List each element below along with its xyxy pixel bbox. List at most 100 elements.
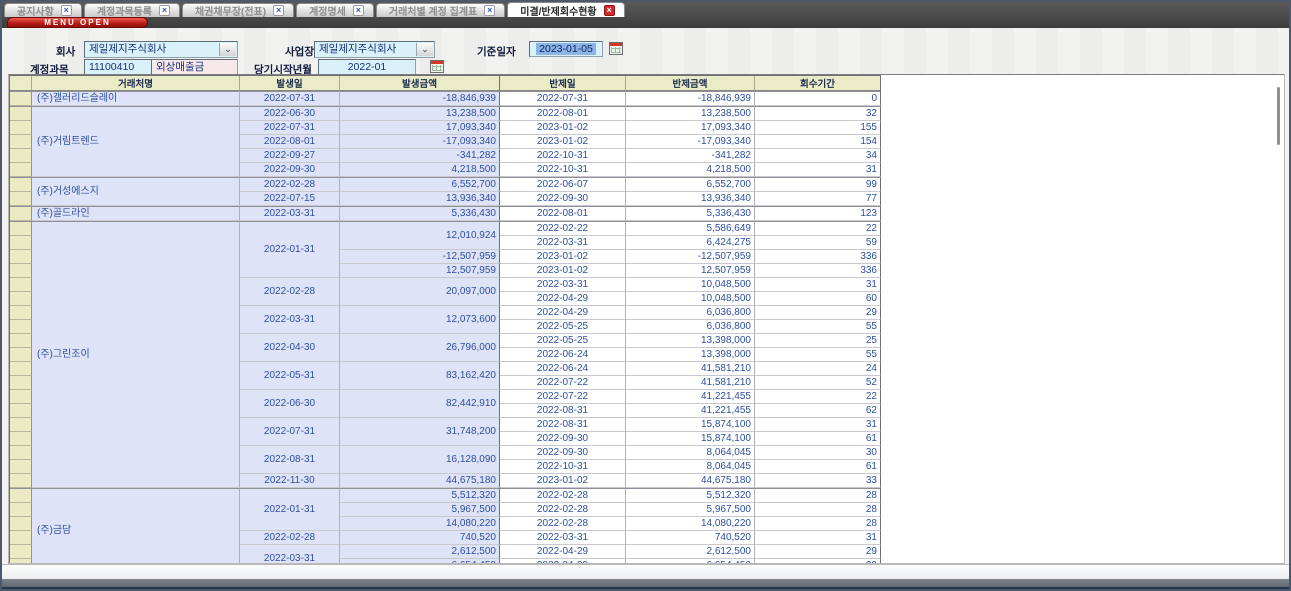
collect-days-cell[interactable]: 33 xyxy=(755,474,881,488)
collect-days-cell[interactable]: 31 xyxy=(755,278,881,292)
row-indicator[interactable] xyxy=(10,390,32,404)
row-indicator[interactable] xyxy=(10,135,32,149)
occur-amount-cell[interactable]: 31,748,200 xyxy=(340,418,500,446)
settle-date-cell[interactable]: 2023-01-02 xyxy=(500,264,626,278)
occur-date-cell[interactable]: 2022-06-30 xyxy=(240,106,340,121)
chevron-down-icon[interactable]: ⌄ xyxy=(416,43,433,56)
settle-amount-cell[interactable]: 2,612,500 xyxy=(626,545,755,559)
collect-days-cell[interactable]: 59 xyxy=(755,236,881,250)
occur-amount-cell[interactable]: -341,282 xyxy=(340,149,500,163)
row-indicator[interactable] xyxy=(10,362,32,376)
settle-amount-cell[interactable]: 13,398,000 xyxy=(626,334,755,348)
collect-days-cell[interactable]: 336 xyxy=(755,250,881,264)
settle-amount-cell[interactable]: -17,093,340 xyxy=(626,135,755,149)
row-indicator[interactable] xyxy=(10,149,32,163)
settle-date-cell[interactable]: 2022-09-30 xyxy=(500,432,626,446)
occur-amount-cell[interactable]: 5,967,500 xyxy=(340,503,500,517)
account-name-field[interactable]: 외상매출금 xyxy=(151,59,238,75)
occur-date-cell[interactable]: 2022-02-28 xyxy=(240,177,340,192)
occur-amount-cell[interactable]: 12,073,600 xyxy=(340,306,500,334)
collect-days-cell[interactable]: 29 xyxy=(755,545,881,559)
settle-amount-cell[interactable]: 4,218,500 xyxy=(626,163,755,177)
settle-date-cell[interactable]: 2022-02-28 xyxy=(500,488,626,503)
occur-date-cell[interactable]: 2022-04-30 xyxy=(240,334,340,362)
occur-amount-cell[interactable]: 12,010,924 xyxy=(340,221,500,250)
tab-6[interactable]: 미결/반제회수현황× xyxy=(507,2,624,17)
collect-days-cell[interactable]: 34 xyxy=(755,149,881,163)
settle-amount-cell[interactable]: 6,036,800 xyxy=(626,320,755,334)
collect-days-cell[interactable]: 62 xyxy=(755,404,881,418)
row-indicator[interactable] xyxy=(10,488,32,503)
collect-days-cell[interactable]: 28 xyxy=(755,488,881,503)
occur-amount-cell[interactable]: 5,512,320 xyxy=(340,488,500,503)
collect-days-cell[interactable]: 77 xyxy=(755,192,881,206)
settle-amount-cell[interactable]: 15,874,100 xyxy=(626,418,755,432)
company-select[interactable]: 제일제지주식회사 ⌄ xyxy=(84,41,238,58)
collect-days-cell[interactable]: 25 xyxy=(755,334,881,348)
table-row[interactable]: (주)골드라인2022-03-315,336,4302022-08-015,33… xyxy=(10,206,881,221)
row-indicator[interactable] xyxy=(10,545,32,559)
table-row[interactable]: (주)갤러리드슬레이2022-07-31-18,846,9392022-07-3… xyxy=(10,91,881,106)
settle-date-cell[interactable]: 2022-08-31 xyxy=(500,418,626,432)
settle-amount-cell[interactable]: 5,586,649 xyxy=(626,221,755,236)
customer-name-cell[interactable]: (주)골드라인 xyxy=(32,206,240,221)
settle-date-cell[interactable]: 2022-04-29 xyxy=(500,306,626,320)
table-row[interactable]: (주)거성에스지2022-02-286,552,7002022-06-076,5… xyxy=(10,177,881,192)
row-indicator[interactable] xyxy=(10,334,32,348)
occur-amount-cell[interactable]: 20,097,000 xyxy=(340,278,500,306)
row-indicator[interactable] xyxy=(10,91,32,106)
occur-date-cell[interactable]: 2022-07-15 xyxy=(240,192,340,206)
settle-amount-cell[interactable]: 41,221,455 xyxy=(626,390,755,404)
occur-date-cell[interactable]: 2022-03-31 xyxy=(240,306,340,334)
settle-amount-cell[interactable]: 41,581,210 xyxy=(626,362,755,376)
occur-date-cell[interactable]: 2022-07-31 xyxy=(240,418,340,446)
table-row[interactable]: (주)금담2022-01-315,512,3202022-02-285,512,… xyxy=(10,488,881,503)
menu-open-button[interactable]: MENU OPEN xyxy=(7,17,148,28)
settle-amount-cell[interactable]: 8,064,045 xyxy=(626,460,755,474)
collect-days-cell[interactable]: 55 xyxy=(755,348,881,362)
row-indicator[interactable] xyxy=(10,192,32,206)
settle-amount-cell[interactable]: 6,552,700 xyxy=(626,177,755,192)
settle-date-cell[interactable]: 2022-08-31 xyxy=(500,404,626,418)
row-indicator[interactable] xyxy=(10,531,32,545)
collect-days-cell[interactable]: 155 xyxy=(755,121,881,135)
settle-date-cell[interactable]: 2022-07-22 xyxy=(500,390,626,404)
collect-days-cell[interactable]: 32 xyxy=(755,106,881,121)
occur-date-cell[interactable]: 2022-07-31 xyxy=(240,121,340,135)
settle-amount-cell[interactable]: 41,581,210 xyxy=(626,376,755,390)
row-indicator[interactable] xyxy=(10,517,32,531)
occur-date-cell[interactable]: 2022-05-31 xyxy=(240,362,340,390)
tab-close-icon[interactable]: × xyxy=(484,5,495,16)
customer-name-cell[interactable]: (주)갤러리드슬레이 xyxy=(32,91,240,106)
row-indicator[interactable] xyxy=(10,474,32,488)
calendar-icon[interactable] xyxy=(609,42,623,55)
collect-days-cell[interactable]: 55 xyxy=(755,320,881,334)
row-indicator[interactable] xyxy=(10,446,32,460)
settle-date-cell[interactable]: 2022-03-31 xyxy=(500,278,626,292)
settle-date-cell[interactable]: 2023-01-02 xyxy=(500,135,626,149)
settle-amount-cell[interactable]: 15,874,100 xyxy=(626,432,755,446)
collect-days-cell[interactable]: 31 xyxy=(755,531,881,545)
row-indicator[interactable] xyxy=(10,177,32,192)
settle-date-cell[interactable]: 2023-01-02 xyxy=(500,250,626,264)
row-indicator[interactable] xyxy=(10,250,32,264)
settle-amount-cell[interactable]: 13,238,500 xyxy=(626,106,755,121)
collect-days-cell[interactable]: 24 xyxy=(755,362,881,376)
settle-date-cell[interactable]: 2022-06-24 xyxy=(500,348,626,362)
occur-amount-cell[interactable]: -17,093,340 xyxy=(340,135,500,149)
settle-date-cell[interactable]: 2022-02-22 xyxy=(500,221,626,236)
collect-days-cell[interactable]: 30 xyxy=(755,446,881,460)
account-code-input[interactable]: 11100410 xyxy=(84,59,152,75)
occur-amount-cell[interactable]: 44,675,180 xyxy=(340,474,500,488)
row-indicator[interactable] xyxy=(10,320,32,334)
occur-date-cell[interactable]: 2022-01-31 xyxy=(240,221,340,278)
customer-name-cell[interactable]: (주)그린조이 xyxy=(32,221,240,488)
settle-amount-cell[interactable]: 740,520 xyxy=(626,531,755,545)
settle-amount-cell[interactable]: 13,398,000 xyxy=(626,348,755,362)
occur-date-cell[interactable]: 2022-02-28 xyxy=(240,278,340,306)
collect-days-cell[interactable]: 22 xyxy=(755,390,881,404)
site-select[interactable]: 제일제지주식회사 ⌄ xyxy=(314,41,435,58)
occur-date-cell[interactable]: 2022-11-30 xyxy=(240,474,340,488)
settle-date-cell[interactable]: 2022-10-31 xyxy=(500,149,626,163)
row-indicator[interactable] xyxy=(10,418,32,432)
